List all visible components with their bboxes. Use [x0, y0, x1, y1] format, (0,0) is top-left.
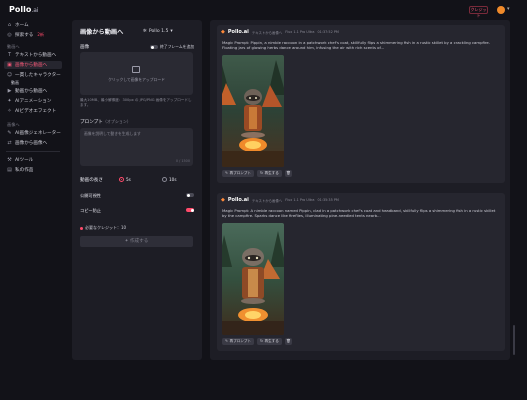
image-swap-icon: ⇄: [7, 140, 12, 146]
sidebar-item-ai-animation[interactable]: ✦ AIアニメーション: [4, 97, 62, 105]
length-5s-radio[interactable]: [119, 177, 124, 182]
logo[interactable]: Pollo.ai: [9, 5, 39, 14]
card-meta-type: テキストから画像へ: [251, 198, 283, 203]
upload-image-icon: [132, 66, 140, 73]
card-meta-time: 01:37:52 PM: [317, 30, 339, 34]
regenerate-button[interactable]: ↻ 再生する: [256, 170, 282, 177]
card-meta-model: Flux 1.1 Pro Ultra: [285, 30, 315, 34]
section-label-image: 画像へ: [7, 122, 20, 127]
create-button[interactable]: ✦ 作成する: [80, 236, 193, 247]
trash-icon: 🗑: [286, 171, 291, 175]
raccoon-chef-image: [222, 223, 284, 335]
credit-note: 必要なクレジット：10: [80, 225, 126, 231]
home-icon: ⌂: [7, 22, 12, 28]
chevron-down-icon: ▾: [170, 29, 173, 34]
raccoon-campfire-image: [222, 55, 284, 167]
sparkle-icon: ✧: [7, 108, 12, 114]
sidebar-item-video-to-video[interactable]: ▶ 動画から動画へ: [4, 87, 62, 95]
page-title: 画像から動画へ: [80, 29, 124, 36]
reuse-prompt-button[interactable]: ✎ 再プロンプト: [222, 338, 254, 345]
animation-icon: ✦: [7, 98, 12, 104]
card-meta-type: テキストから画像へ: [251, 30, 283, 35]
result-thumbnail[interactable]: [222, 55, 284, 167]
section-label-video: 動画へ: [7, 44, 20, 49]
prompt-input[interactable]: 画像を説明して動きを生成します 0 / 1500: [80, 128, 193, 166]
upload-text: クリックして画像をアップロード: [108, 77, 165, 82]
length-10s-label: 10s: [169, 177, 177, 182]
model-select[interactable]: ✲ Pollo 1.5 ▾: [143, 29, 193, 34]
pollo-logo-icon: ◆: [221, 197, 225, 203]
regenerate-button[interactable]: ↻ 再生する: [256, 338, 282, 345]
model-icon: ✲: [143, 29, 147, 34]
card-prompt: Magic Prompt: A nimble raccoon named Pip…: [222, 208, 496, 218]
image-gen-icon: ✎: [7, 130, 12, 136]
prompt-placeholder: 画像を説明して動きを生成します: [84, 131, 141, 136]
top-bar: Pollo.ai クレジット ▾: [0, 0, 527, 20]
compass-icon: ◎: [7, 32, 12, 38]
text-icon: T: [7, 52, 12, 58]
length-10s-radio[interactable]: [162, 177, 167, 182]
refresh-icon: ↻: [259, 339, 263, 343]
card-actions: ✎ 再プロンプト ↻ 再生する 🗑: [222, 170, 292, 177]
sidebar: ⌂ ホーム ◎ 探索する 2新 動画へ T テキストから動画へ ▣ 画像から動画へ ☺ 一貫…: [0, 20, 64, 400]
credit-icon: [80, 226, 83, 230]
video-icon: ▶: [7, 88, 12, 94]
credits-button[interactable]: クレジット: [469, 6, 488, 18]
card-prompt: Magic Prompt: Pippin, a nimble raccoon i…: [222, 40, 490, 50]
sidebar-item-ai-tools[interactable]: ⚒ AIツール: [4, 156, 62, 164]
delete-button[interactable]: 🗑: [284, 170, 292, 177]
public-visibility-label: 公開可視性: [80, 193, 101, 198]
image-upload-area[interactable]: クリックして画像をアップロード: [80, 52, 193, 95]
sidebar-divider: [6, 151, 60, 152]
sidebar-item-image-to-video[interactable]: ▣ 画像から動画へ: [4, 61, 62, 69]
result-card: ◆ Pollo.ai テキストから画像へ Flux 1.1 Pro Ultra …: [217, 25, 505, 183]
sidebar-item-text-to-video[interactable]: T テキストから動画へ: [4, 51, 62, 59]
new-badge: 2新: [37, 32, 44, 37]
trash-icon: 🗑: [286, 339, 291, 343]
user-icon: ☺: [6, 72, 13, 78]
copy-protection-toggle[interactable]: [186, 208, 194, 212]
tools-icon: ⚒: [7, 157, 12, 163]
end-frame-toggle[interactable]: [150, 45, 158, 49]
edit-icon: ✎: [225, 339, 229, 343]
pollo-logo-icon: ◆: [221, 29, 225, 35]
card-actions: ✎ 再プロンプト ↻ 再生する 🗑: [222, 338, 292, 345]
prompt-char-count: 0 / 1500: [175, 159, 190, 163]
image-label: 画像: [80, 45, 90, 50]
avatar[interactable]: [497, 6, 505, 14]
card-meta-model: Flux 1.1 Pro Ultra: [285, 198, 315, 202]
delete-button[interactable]: 🗑: [284, 338, 292, 345]
end-frame-label: 終了フレームを追加: [160, 44, 195, 49]
sidebar-item-consistent-character[interactable]: ☺ 一貫したキャラクター: [4, 71, 62, 79]
sidebar-item-consistent-character-sub: 動画: [11, 80, 19, 85]
public-visibility-toggle[interactable]: [186, 193, 194, 197]
sidebar-item-my-creations[interactable]: ▤ 私の作品: [4, 166, 62, 174]
card-header: ◆ Pollo.ai テキストから画像へ Flux 1.1 Pro Ultra …: [221, 29, 339, 35]
upload-hint: 最大10MB、最小解像度：300px の JPG/PNG 画像をアップロードしま…: [80, 98, 192, 107]
video-length-label: 動画の長さ: [80, 178, 103, 183]
results-scrollbar[interactable]: [513, 325, 515, 355]
chevron-down-icon[interactable]: ▾: [507, 6, 510, 12]
sidebar-item-image-to-image[interactable]: ⇄ 画像から画像へ: [4, 139, 62, 147]
sidebar-item-explore[interactable]: ◎ 探索する 2新: [4, 31, 62, 39]
folder-icon: ▤: [7, 167, 12, 173]
reuse-prompt-button[interactable]: ✎ 再プロンプト: [222, 170, 254, 177]
card-header: ◆ Pollo.ai テキストから画像へ Flux 1.1 Pro Ultra …: [221, 197, 339, 203]
prompt-label: プロンプト（オプション）: [80, 119, 131, 125]
copy-protection-label: コピー防止: [80, 208, 101, 213]
image-icon: ▣: [7, 62, 12, 68]
sidebar-item-ai-image-generator[interactable]: ✎ AI画像ジェネレーター: [4, 129, 62, 137]
length-5s-label: 5s: [126, 177, 131, 182]
refresh-icon: ↻: [259, 171, 263, 175]
sidebar-item-ai-video-effects[interactable]: ✧ AIビデオエフェクト: [4, 107, 62, 115]
card-meta-time: 01:35:35 PM: [317, 198, 339, 202]
result-card: ◆ Pollo.ai テキストから画像へ Flux 1.1 Pro Ultra …: [217, 193, 505, 351]
result-thumbnail[interactable]: [222, 223, 284, 335]
sidebar-item-home[interactable]: ⌂ ホーム: [4, 21, 62, 29]
edit-icon: ✎: [225, 171, 229, 175]
